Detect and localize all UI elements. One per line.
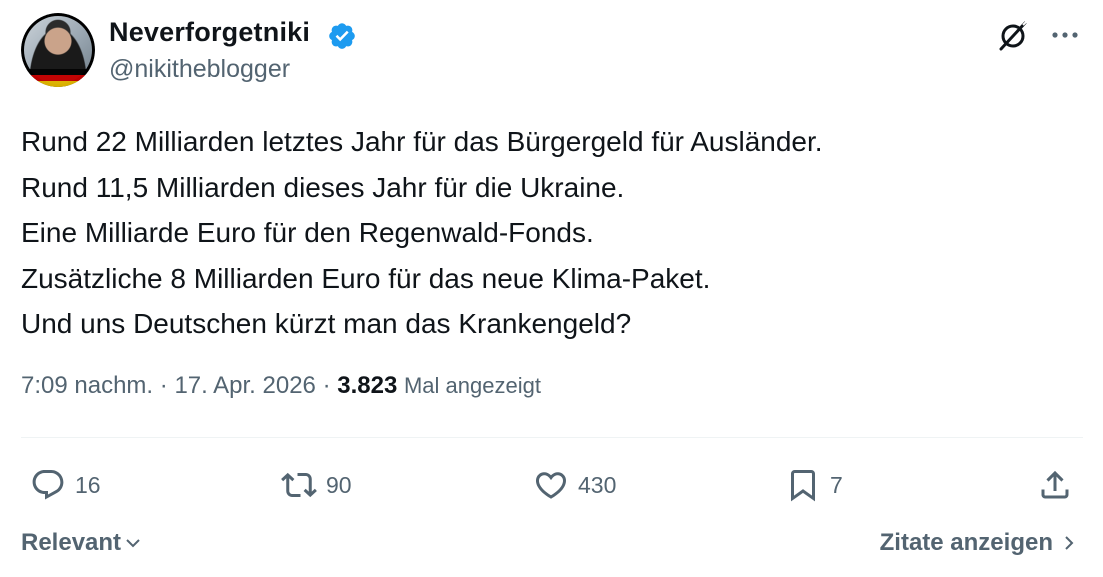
author-handle[interactable]: @nikitheblogger — [109, 55, 290, 84]
divider — [21, 437, 1083, 438]
more-icon[interactable] — [1048, 20, 1082, 50]
display-name[interactable]: Neverforgetniki — [109, 17, 310, 48]
avatar[interactable] — [21, 13, 95, 87]
share-button[interactable] — [1037, 467, 1073, 503]
view-quotes-link[interactable]: Zitate anzeigen — [880, 529, 1079, 557]
views-count: 3.823 — [337, 372, 398, 399]
share-icon — [1041, 470, 1069, 499]
grok-icon[interactable] — [996, 19, 1030, 53]
chevron-right-icon — [1065, 536, 1074, 550]
tweet-date[interactable]: 17. Apr. 2026 — [174, 372, 315, 399]
tweet-line: Zusätzliche 8 Milliarden Euro für das ne… — [21, 262, 711, 294]
tweet-line: Eine Milliarde Euro für den Regenwald-Fo… — [21, 217, 594, 249]
sort-label: Relevant — [21, 529, 122, 556]
verified-badge-icon — [329, 23, 355, 49]
meta-separator: · — [322, 372, 331, 399]
sort-dropdown[interactable]: Relevant — [21, 529, 143, 557]
bookmark-count: 7 — [830, 471, 843, 498]
repost-count: 90 — [326, 471, 352, 498]
tweet-line: Und uns Deutschen kürzt man das Krankeng… — [21, 308, 632, 340]
repost-button[interactable]: 90 — [281, 467, 352, 503]
tweet-meta: 7:09 nachm. · 17. Apr. 2026 · 3.823 Mal … — [21, 372, 541, 400]
bookmark-button[interactable]: 7 — [785, 467, 843, 503]
tweet-time[interactable]: 7:09 nachm. — [21, 372, 153, 399]
meta-separator: · — [159, 372, 168, 399]
reply-count: 16 — [75, 471, 101, 498]
tweet-text: Rund 22 Milliarden letztes Jahr für das … — [21, 119, 1081, 347]
repost-icon — [281, 472, 317, 498]
like-icon — [535, 472, 567, 499]
like-count: 430 — [578, 471, 617, 498]
chevron-down-icon — [126, 539, 140, 548]
views-label: Mal angezeigt — [403, 373, 541, 398]
tweet-line: Rund 11,5 Milliarden dieses Jahr für die… — [21, 171, 625, 203]
tweet-line: Rund 22 Milliarden letztes Jahr für das … — [21, 126, 823, 157]
reply-icon — [32, 470, 64, 500]
like-button[interactable]: 430 — [533, 467, 616, 503]
bookmark-icon — [791, 470, 815, 502]
quotes-label: Zitate anzeigen — [879, 529, 1053, 556]
reply-button[interactable]: 16 — [30, 467, 101, 503]
